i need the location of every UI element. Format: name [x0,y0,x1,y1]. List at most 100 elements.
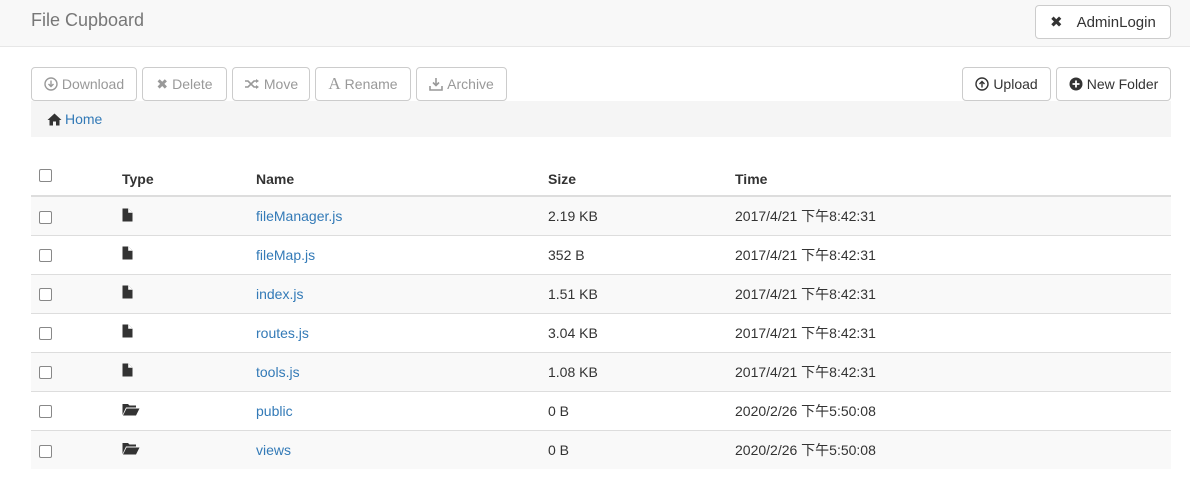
row-checkbox[interactable] [39,327,52,341]
row-select-cell [31,429,122,469]
row-checkbox[interactable] [39,210,52,224]
new-folder-label: New Folder [1086,76,1159,92]
row-name-cell: routes.js [256,312,548,352]
row-type-cell [122,234,256,274]
file-name-link[interactable]: public [256,403,293,419]
archive-label: Archive [447,76,494,92]
table-row[interactable]: routes.js 3.04 KB 2017/4/21 下午8:42:31 [31,312,1171,352]
file-table: Type Name Size Time fileManager.js 2.19 K… [31,158,1171,469]
row-type-cell [122,390,256,430]
move-button[interactable]: Move [232,67,310,101]
delete-button[interactable]: ✖ Delete [142,67,227,101]
file-time: 2017/4/21 下午8:42:31 [735,273,1171,313]
rename-button[interactable]: A Rename [315,67,411,101]
row-checkbox[interactable] [39,405,52,419]
file-name-link[interactable]: routes.js [256,325,309,341]
row-type-cell [122,351,256,391]
file-icon [122,208,133,225]
row-type-cell [122,429,256,469]
table-row[interactable]: fileManager.js 2.19 KB 2017/4/21 下午8:42:31 [31,195,1171,235]
file-icon [122,363,133,380]
font-icon: A [328,74,341,93]
file-time: 2017/4/21 下午8:42:31 [735,312,1171,352]
file-name-link[interactable]: index.js [256,286,303,302]
file-name-link[interactable]: fileMap.js [256,247,315,263]
row-select-cell [31,351,122,391]
app-title[interactable]: File Cupboard [31,10,144,31]
upload-label: Upload [993,76,1038,92]
row-name-cell: views [256,429,548,469]
row-checkbox[interactable] [39,444,52,458]
download-label: Download [61,76,125,92]
select-all-cell [31,158,122,197]
column-name[interactable]: Name [256,158,548,197]
file-size: 0 B [548,390,735,430]
column-type[interactable]: Type [122,158,256,197]
file-size: 0 B [548,429,735,469]
row-type-cell [122,273,256,313]
file-name-link[interactable]: tools.js [256,364,300,380]
file-name-link[interactable]: views [256,442,291,458]
upload-circle-icon [975,77,990,91]
file-size: 1.51 KB [548,273,735,313]
rename-label: Rename [344,76,398,92]
row-select-cell [31,195,122,235]
file-size: 2.19 KB [548,195,735,235]
file-time: 2017/4/21 下午8:42:31 [735,195,1171,235]
table-row[interactable]: public 0 B 2020/2/26 下午5:50:08 [31,390,1171,430]
file-time: 2017/4/21 下午8:42:31 [735,234,1171,274]
admin-login-button[interactable]: ✖ AdminLogin [1035,5,1171,39]
file-size: 1.08 KB [548,351,735,391]
table-row[interactable]: tools.js 1.08 KB 2017/4/21 下午8:42:31 [31,351,1171,391]
navbar: File Cupboard ✖ AdminLogin [0,0,1190,47]
file-icon [122,285,133,302]
row-select-cell [31,312,122,352]
upload-button[interactable]: Upload [962,67,1051,101]
row-select-cell [31,273,122,313]
row-checkbox[interactable] [39,249,52,263]
breadcrumb: Home [31,101,1171,137]
file-time: 2020/2/26 下午5:50:08 [735,390,1171,430]
row-checkbox[interactable] [39,366,52,380]
plus-circle-icon [1069,77,1083,91]
file-time: 2020/2/26 下午5:50:08 [735,429,1171,469]
file-name-link[interactable]: fileManager.js [256,208,342,224]
folder-icon [122,442,140,458]
row-type-cell [122,312,256,352]
table-row[interactable]: fileMap.js 352 B 2017/4/21 下午8:42:31 [31,234,1171,274]
table-row[interactable]: views 0 B 2020/2/26 下午5:50:08 [31,429,1171,469]
row-checkbox[interactable] [39,288,52,302]
remove-icon: ✖ [156,75,169,92]
admin-login-label: AdminLogin [1076,13,1156,31]
row-name-cell: index.js [256,273,548,313]
breadcrumb-home-link[interactable]: Home [65,111,102,127]
row-name-cell: tools.js [256,351,548,391]
table-header-row: Type Name Size Time [31,158,1171,197]
table-row[interactable]: index.js 1.51 KB 2017/4/21 下午8:42:31 [31,273,1171,313]
home-icon [47,113,62,125]
file-time: 2017/4/21 下午8:42:31 [735,351,1171,391]
file-size: 3.04 KB [548,312,735,352]
file-icon [122,246,133,263]
select-all-checkbox[interactable] [39,169,52,183]
row-type-cell [122,195,256,235]
download-circle-icon [44,77,58,91]
row-select-cell [31,234,122,274]
column-size[interactable]: Size [548,158,735,197]
download-tray-icon [429,78,443,91]
row-name-cell: fileMap.js [256,234,548,274]
move-label: Move [263,76,299,92]
delete-label: Delete [172,76,213,92]
archive-button[interactable]: Archive [416,67,507,101]
shuffle-icon [244,79,259,89]
row-name-cell: public [256,390,548,430]
folder-icon [122,403,140,419]
row-select-cell [31,390,122,430]
column-time[interactable]: Time [735,158,1171,197]
new-folder-button[interactable]: New Folder [1056,67,1171,101]
row-name-cell: fileManager.js [256,195,548,235]
file-icon [122,324,133,341]
download-button[interactable]: Download [31,67,137,101]
close-icon: ✖ [1050,14,1063,31]
file-size: 352 B [548,234,735,274]
